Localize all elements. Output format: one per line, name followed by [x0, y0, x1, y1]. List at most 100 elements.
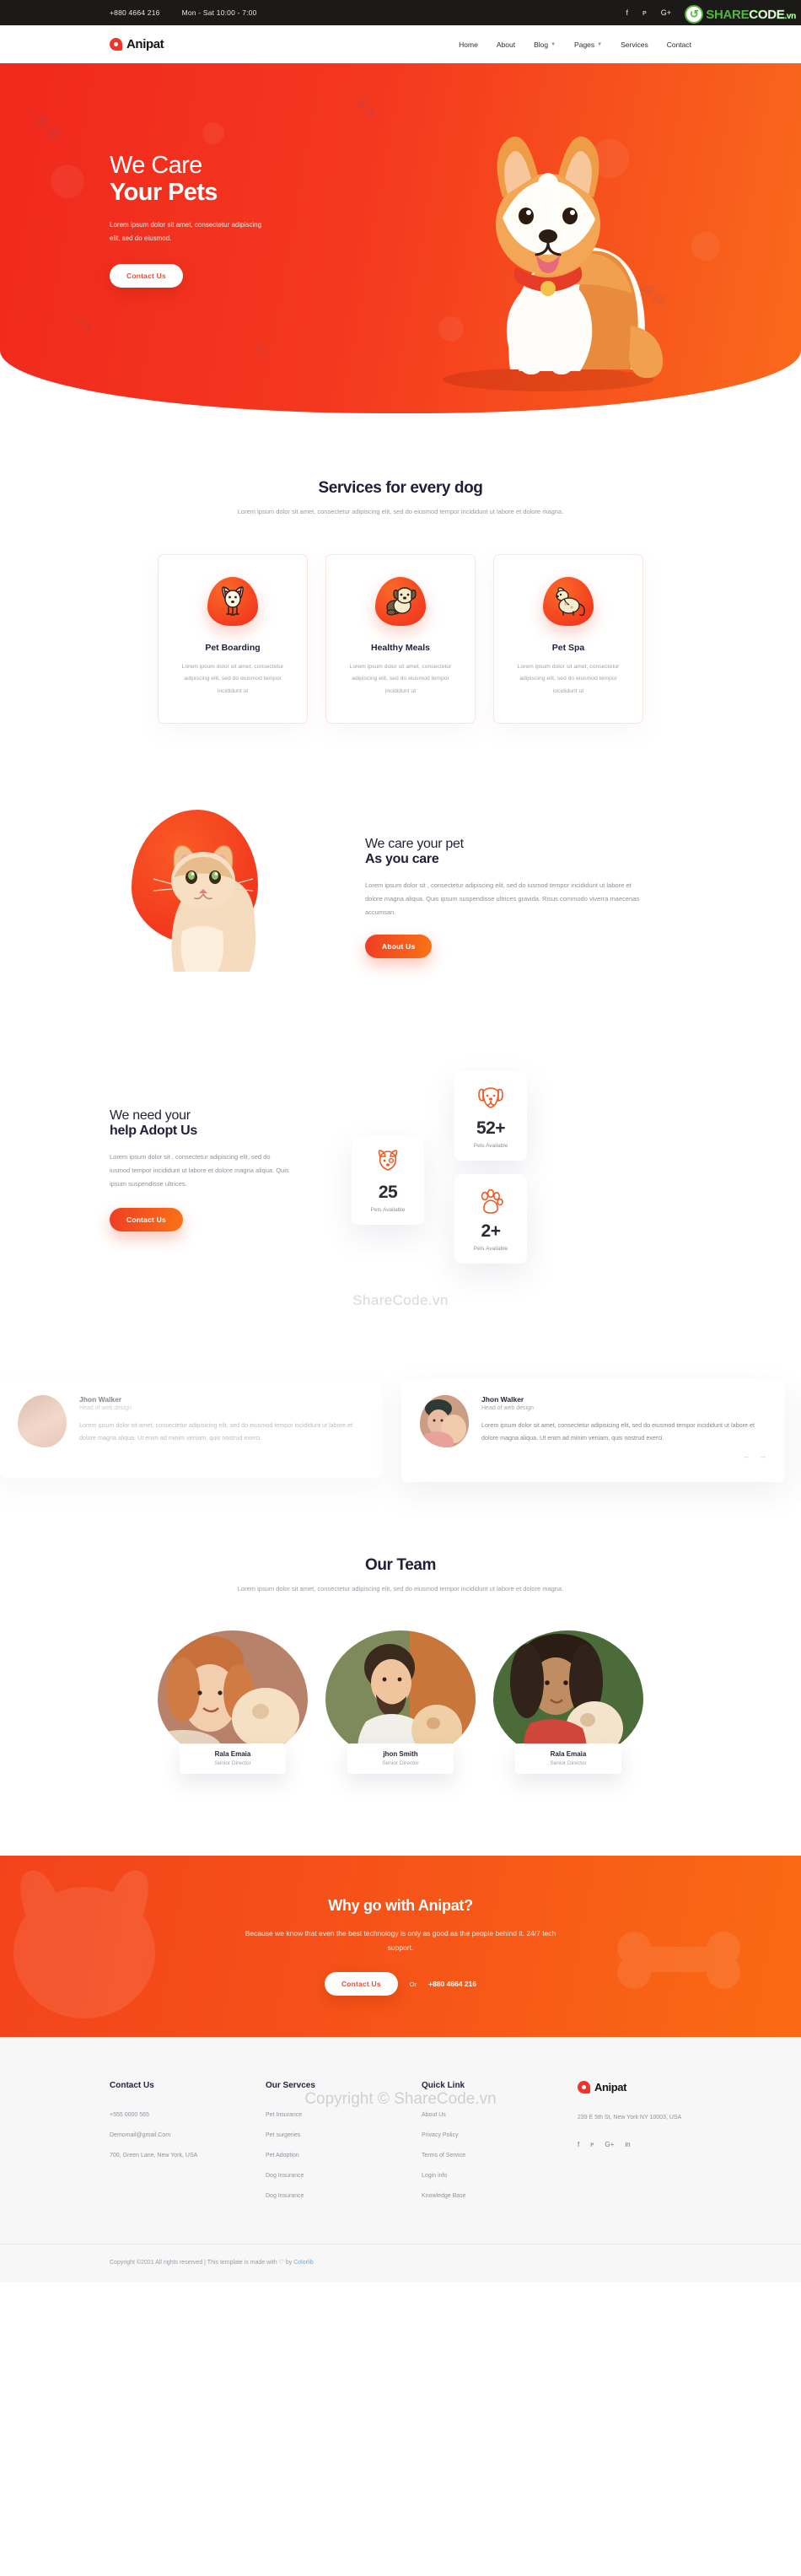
footer-email[interactable]: Demomail@gmail.Com	[110, 2131, 223, 2142]
arrow-left-icon[interactable]: ←	[743, 1452, 750, 1460]
footer-phone[interactable]: +555 0000 565	[110, 2110, 223, 2121]
footer-quicklink-column: Quick Link About Us Privacy Policy Terms…	[422, 2081, 535, 2212]
adopt-contact-button[interactable]: Contact Us	[110, 1208, 183, 1232]
testimonial-carousel[interactable]: Jhon Walker Head of web design Lorem ips…	[0, 1377, 800, 1483]
cta-title: Why go with Anipat?	[328, 1897, 473, 1915]
hero-dog-image	[443, 136, 664, 391]
footer-brand-column: Anipat 239 E 5th St, New York NY 10003, …	[578, 2081, 691, 2212]
testimonial-role: Head of web design	[79, 1404, 132, 1411]
google-plus-icon[interactable]: G+	[605, 2139, 614, 2152]
about-copy: We care your pet As you care Lorem ipsum…	[365, 837, 643, 958]
team-photo	[493, 1630, 643, 1760]
stat-card-52: 52+ Pets Available	[454, 1070, 527, 1161]
footer-brand-logo[interactable]: Anipat	[578, 2081, 691, 2094]
paw-icon	[463, 1188, 519, 1215]
paw-logo-icon	[578, 2081, 590, 2094]
team-member-role: Senior Director	[550, 1760, 587, 1767]
nav-item-blog[interactable]: Blog ▼	[534, 40, 556, 49]
footer-service-link[interactable]: Dog Insurance	[266, 2191, 379, 2202]
footer-service-link[interactable]: Pet Insurance	[266, 2110, 379, 2121]
testimonial-name: Jhon Walker	[481, 1394, 524, 1404]
stat-card-25: 25 Pets Available	[352, 1134, 424, 1225]
footer-quicklink-title: Quick Link	[422, 2081, 465, 2091]
nav-label: Blog	[534, 40, 549, 49]
about-image	[110, 805, 333, 990]
watermark-center-text: ShareCode.vn	[352, 1291, 449, 1308]
pinterest-icon[interactable]: ᴘ	[642, 8, 647, 17]
service-title: Pet Boarding	[205, 643, 261, 653]
stat-value: 25	[378, 1182, 398, 1202]
hero-title-light: We Care	[110, 152, 202, 179]
footer-service-link[interactable]: Pet surgeries	[266, 2131, 379, 2142]
team-photo	[158, 1630, 308, 1760]
service-card-pet-boarding[interactable]: Pet Boarding Lorem ipsum dolor sit amet,…	[158, 554, 308, 724]
team-grid: Rala Emaia Senior Director jhon Smith Se…	[110, 1630, 691, 1775]
footer-brand-address: 239 E 5th St, New York NY 10003, USA	[578, 2115, 682, 2121]
about-us-button[interactable]: About Us	[365, 934, 433, 958]
team-member-1[interactable]: Rala Emaia Senior Director	[158, 1630, 308, 1775]
brand-logo[interactable]: Anipat	[110, 37, 164, 51]
page-root: +880 4664 216 Mon - Sat 10:00 - 7:00 f ᴘ…	[0, 0, 801, 2282]
testimonial-card-prev[interactable]: Jhon Walker Head of web design Lorem ips…	[0, 1377, 383, 1478]
arrow-right-icon[interactable]: →	[759, 1452, 766, 1460]
adopt-section: We need your help Adopt Us Lorem ipsum d…	[0, 990, 801, 1301]
cta-contact-button[interactable]: Contact Us	[324, 1972, 398, 1997]
nav-item-pages[interactable]: Pages ▼	[574, 40, 602, 49]
adopt-description: Lorem ipsum dolor sit , consectetur adip…	[110, 1152, 289, 1188]
stat-card-2: 2+ Pets Available	[454, 1173, 527, 1264]
footer-service-link[interactable]: Dog Insurance	[266, 2171, 379, 2182]
colorlib-link[interactable]: Colorlib	[293, 2260, 314, 2266]
nav-item-home[interactable]: Home	[459, 40, 478, 49]
services-heading: Services for every dog Lorem ipsum dolor…	[110, 479, 691, 518]
avatar	[420, 1394, 469, 1447]
cta-phone[interactable]: +880 4664 216	[428, 1980, 476, 1988]
about-description: Lorem ipsum dolor sit , consectetur adip…	[365, 881, 640, 916]
paw-logo-icon	[110, 38, 122, 51]
testimonial-card-active[interactable]: Jhon Walker Head of web design Lorem ips…	[401, 1377, 785, 1483]
linkedin-icon[interactable]: in	[625, 2139, 630, 2152]
team-member-2[interactable]: jhon Smith Senior Director	[325, 1630, 476, 1775]
hero-contact-button[interactable]: Contact Us	[110, 263, 183, 288]
cta-section: Why go with Anipat? Because we know that…	[0, 1856, 801, 2038]
facebook-icon[interactable]: f	[578, 2139, 579, 2152]
facebook-icon[interactable]: f	[626, 8, 629, 17]
footer-service-link[interactable]: Pet Adoption	[266, 2151, 379, 2162]
footer-quick-link[interactable]: About Us	[422, 2110, 535, 2121]
google-plus-icon[interactable]: G+	[661, 8, 671, 17]
footer-quick-link[interactable]: Knowledge Base	[422, 2191, 535, 2202]
team-member-role: Senior Director	[382, 1760, 419, 1767]
avatar	[18, 1394, 67, 1447]
footer-quick-link[interactable]: Privacy Policy	[422, 2131, 535, 2142]
nav-label: Pages	[574, 40, 595, 49]
footer-quick-link[interactable]: Login info	[422, 2171, 535, 2182]
services-section: Services for every dog Lorem ipsum dolor…	[0, 413, 801, 724]
chevron-down-icon: ▼	[597, 41, 603, 47]
about-section: We care your pet As you care Lorem ipsum…	[0, 724, 801, 990]
adopt-copy: We need your help Adopt Us Lorem ipsum d…	[110, 1081, 350, 1232]
about-title-bold: As you care	[365, 851, 439, 866]
pinterest-icon[interactable]: ᴘ	[590, 2139, 594, 2152]
service-desc: Lorem ipsum dolor sit amet, consectetur …	[349, 664, 452, 694]
nav-item-contact[interactable]: Contact	[667, 40, 691, 49]
team-member-role: Senior Director	[214, 1760, 251, 1767]
cta-cat-ghost-icon	[13, 1870, 155, 2019]
watermark-code-text: CODE	[749, 7, 785, 22]
team-heading: Our Team Lorem ipsum dolor sit amet, con…	[110, 1556, 691, 1595]
nav-item-services[interactable]: Services	[621, 40, 648, 49]
service-card-healthy-meals[interactable]: Healthy Meals Lorem ipsum dolor sit amet…	[325, 554, 476, 724]
stat-value: 2+	[481, 1221, 501, 1241]
nav-item-about[interactable]: About	[497, 40, 515, 49]
brand-name: Anipat	[126, 37, 164, 51]
cta-actions: Contact Us Or +880 4664 216	[240, 1972, 561, 1997]
service-desc: Lorem ipsum dolor sit amet, consectetur …	[517, 664, 620, 694]
team-member-name: Rala Emaia	[550, 1750, 587, 1759]
footer-quick-link[interactable]: Terms of Service	[422, 2151, 535, 2162]
team-name-card: jhon Smith Senior Director	[347, 1743, 454, 1775]
team-member-3[interactable]: Rala Emaia Senior Director	[493, 1630, 643, 1775]
topbar-info: +880 4664 216 Mon - Sat 10:00 - 7:00	[110, 8, 257, 17]
testimonial-quote: Lorem ipsum dolor sit amet, consectetur …	[79, 1420, 353, 1442]
service-card-pet-spa[interactable]: Pet Spa Lorem ipsum dolor sit amet, cons…	[493, 554, 643, 724]
footer-brand-name: Anipat	[594, 2081, 627, 2094]
copyright-text: Copyright ©2021 All rights reserved | Th…	[110, 2259, 279, 2266]
service-icon-blob	[207, 577, 258, 626]
